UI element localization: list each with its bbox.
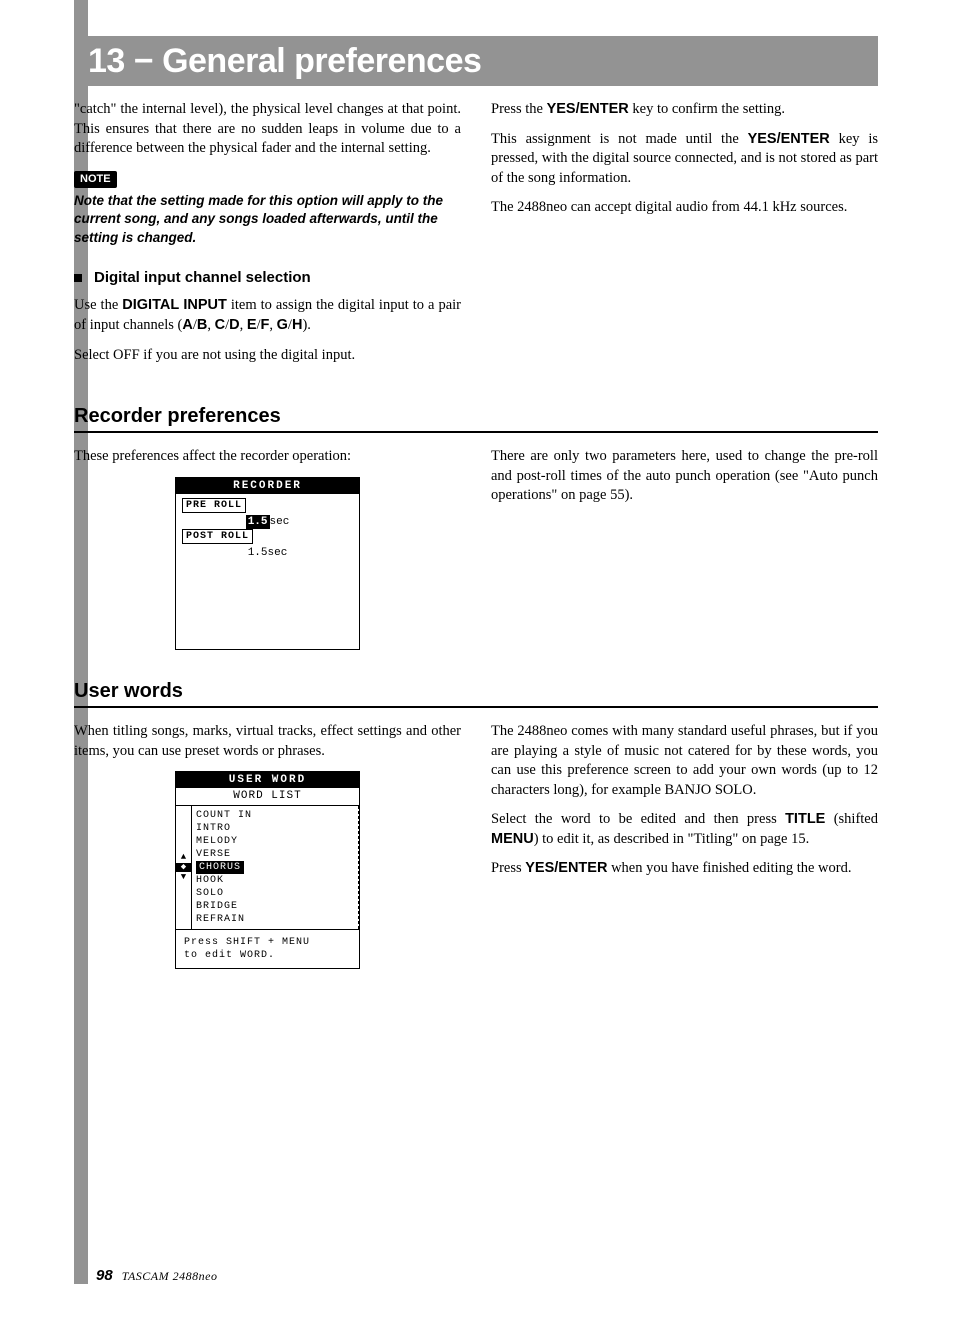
yes-enter-key: YES/ENTER <box>547 101 629 117</box>
word-list: COUNT ININTROMELODYVERSECHORUSHOOKSOLOBR… <box>192 806 359 929</box>
text: , <box>240 317 247 333</box>
digital-input-title: Digital input channel selection <box>94 268 311 288</box>
page: 13 − General preferences "catch" the int… <box>0 0 954 1339</box>
word-item: CHORUS <box>196 861 354 874</box>
wordlist-subtitle: WORD LIST <box>176 788 359 805</box>
pre-roll-label: PRE ROLL <box>182 498 246 513</box>
recorder-left: These preferences affect the recorder op… <box>74 447 461 650</box>
page-number: 98 <box>96 1267 113 1284</box>
word-item: COUNT IN <box>196 809 354 822</box>
lcd-hint: Press SHIFT + MENU to edit WORD. <box>176 930 359 968</box>
ch-c: C <box>215 317 225 333</box>
word-item: HOOK <box>196 874 354 887</box>
word-item: REFRAIN <box>196 913 354 926</box>
recorder-heading: Recorder preferences <box>74 405 878 433</box>
pre-roll-value: 1.5 <box>246 515 270 529</box>
intro-columns: "catch" the internal level), the physica… <box>74 100 878 375</box>
ch-g: G <box>277 317 288 333</box>
digital-paragraph-1: Use the DIGITAL INPUT item to assign the… <box>74 296 461 335</box>
text: when you have finished editing the word. <box>607 860 851 876</box>
text: Select the word to be edited and then pr… <box>491 811 785 827</box>
right-column: Press the YES/ENTER key to confirm the s… <box>491 100 878 375</box>
ch-h: H <box>292 317 302 333</box>
text: Press <box>491 860 525 876</box>
userwords-left: When titling songs, marks, virtual track… <box>74 722 461 969</box>
text: key to confirm the setting. <box>629 101 785 117</box>
arrow-down-icon: ▼ <box>181 873 186 882</box>
lcd-title: RECORDER <box>176 478 359 494</box>
digital-paragraph-2: Select OFF if you are not using the digi… <box>74 346 461 366</box>
userwords-p1: The 2488neo comes with many standard use… <box>491 722 878 800</box>
text: , <box>269 317 276 333</box>
digital-input-subhead: Digital input channel selection <box>74 268 461 288</box>
ch-e: E <box>247 317 257 333</box>
userwords-columns: When titling songs, marks, virtual track… <box>74 722 878 969</box>
recorder-right-p: There are only two parameters here, used… <box>491 447 878 506</box>
model-name: TASCAM 2488neo <box>122 1269 218 1283</box>
digital-input-term: DIGITAL INPUT <box>122 297 227 313</box>
menu-key: MENU <box>491 831 534 847</box>
recorder-intro: These preferences affect the recorder op… <box>74 447 461 467</box>
post-roll-value-line: 1.5sec <box>182 546 353 560</box>
post-roll-value: 1.5sec <box>248 547 288 559</box>
recorder-columns: These preferences affect the recorder op… <box>74 447 878 650</box>
right-p1: Press the YES/ENTER key to confirm the s… <box>491 100 878 120</box>
userwords-heading: User words <box>74 680 878 708</box>
scroll-arrows: ▲ ◆ ▼ <box>176 806 192 929</box>
text: ). <box>302 317 310 333</box>
pre-roll-unit: sec <box>270 516 290 528</box>
chapter-header: 13 − General preferences <box>74 36 878 86</box>
text: This assignment is not made until the <box>491 131 748 147</box>
word-item: VERSE <box>196 848 354 861</box>
text: Press the <box>491 101 547 117</box>
arrow-marker-icon: ◆ <box>176 863 191 872</box>
userwords-intro: When titling songs, marks, virtual track… <box>74 722 461 761</box>
text: Use the <box>74 297 122 313</box>
note-label: NOTE <box>74 171 117 188</box>
yes-enter-key: YES/ENTER <box>525 860 607 876</box>
arrow-up-icon: ▲ <box>181 853 186 862</box>
wordlist-area: ▲ ◆ ▼ COUNT ININTROMELODYVERSECHORUSHOOK… <box>176 806 359 930</box>
userword-lcd-body: WORD LIST ▲ ◆ ▼ COUNT ININTROMELODYVERSE… <box>176 788 359 967</box>
ch-b: B <box>197 317 207 333</box>
text: , <box>207 317 214 333</box>
recorder-right: There are only two parameters here, used… <box>491 447 878 650</box>
chapter-title: 13 − General preferences <box>88 42 481 81</box>
right-p3: The 2488neo can accept digital audio fro… <box>491 198 878 218</box>
userwords-right: The 2488neo comes with many standard use… <box>491 722 878 969</box>
title-key: TITLE <box>785 811 825 827</box>
userwords-p2: Select the word to be edited and then pr… <box>491 810 878 849</box>
post-roll-label: POST ROLL <box>182 529 253 544</box>
userword-lcd-title: USER WORD <box>176 772 359 788</box>
page-footer: 98 TASCAM 2488neo <box>96 1267 217 1284</box>
word-item: BRIDGE <box>196 900 354 913</box>
word-item: SOLO <box>196 887 354 900</box>
hint-line-1: Press SHIFT + MENU <box>184 936 351 949</box>
note-body: Note that the setting made for this opti… <box>74 192 461 249</box>
userwords-p3: Press YES/ENTER when you have finished e… <box>491 859 878 879</box>
text: (shifted <box>825 811 878 827</box>
recorder-lcd: RECORDER PRE ROLL 1.5sec POST ROLL 1.5se… <box>175 477 360 650</box>
bullet-square-icon <box>74 274 82 282</box>
left-column: "catch" the internal level), the physica… <box>74 100 461 375</box>
hint-line-2: to edit WORD. <box>184 949 351 962</box>
ch-d: D <box>229 317 239 333</box>
pre-roll-value-line: 1.5sec <box>182 515 353 529</box>
right-p2: This assignment is not made until the YE… <box>491 130 878 189</box>
text: ) to edit it, as described in "Titling" … <box>534 831 810 847</box>
ch-a: A <box>182 317 192 333</box>
intro-paragraph: "catch" the internal level), the physica… <box>74 100 461 159</box>
lcd-body: PRE ROLL 1.5sec POST ROLL 1.5sec <box>176 494 359 649</box>
userwords-lcd: USER WORD WORD LIST ▲ ◆ ▼ COUNT ININTROM… <box>175 771 360 969</box>
word-item: MELODY <box>196 835 354 848</box>
word-item: INTRO <box>196 822 354 835</box>
content-area: "catch" the internal level), the physica… <box>74 100 878 969</box>
yes-enter-key: YES/ENTER <box>748 131 830 147</box>
